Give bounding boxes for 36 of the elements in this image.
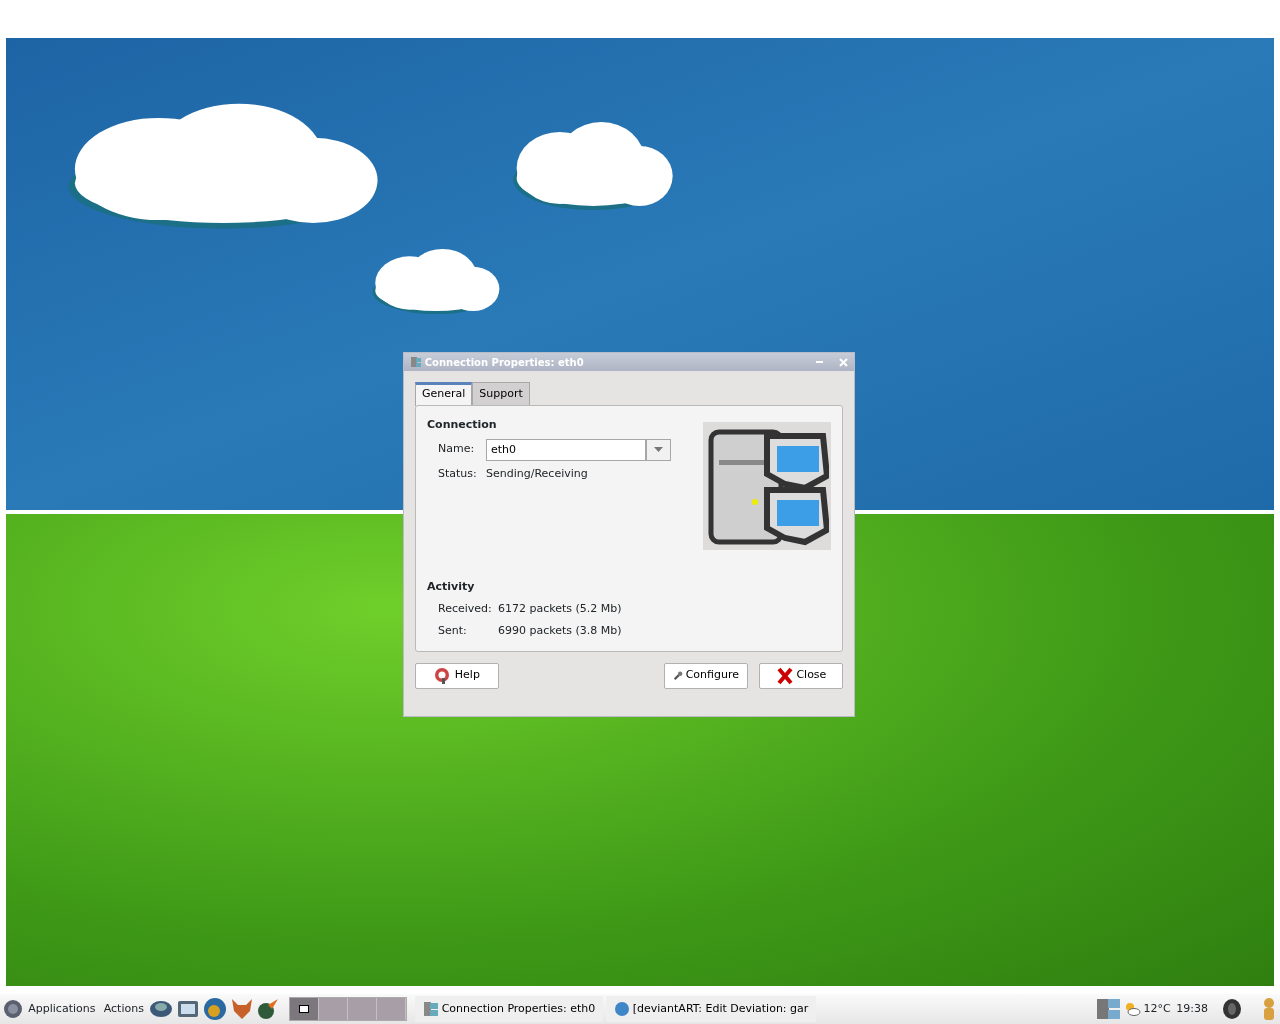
caret-icon — [654, 447, 663, 452]
status-value: Sending/Receiving — [486, 466, 588, 482]
dialog-button[interactable]: Help — [415, 662, 499, 689]
workspace-switcher[interactable] — [288, 997, 407, 1021]
dialog-button[interactable]: Close — [759, 662, 843, 689]
cloud-sun-icon — [1124, 1002, 1141, 1016]
network-icon — [410, 356, 422, 368]
network-icon — [422, 1001, 439, 1017]
close-icon — [775, 666, 794, 685]
field-label: Received: — [438, 601, 493, 617]
section-heading: Connection — [427, 416, 498, 433]
field-label: Name: — [438, 441, 476, 458]
window-title: Connection Properties: eth0 — [424, 355, 585, 370]
field-label: Status: — [438, 466, 478, 482]
dialog-button[interactable]: Configure — [664, 662, 748, 689]
task-button[interactable]: [deviantART: Edit Deviation: gar — [606, 996, 817, 1022]
workspace-cell[interactable] — [289, 998, 319, 1020]
section-heading: Activity — [427, 579, 476, 595]
field-value: 6990 packets (3.8 Mb) — [498, 623, 622, 639]
dropdown-button[interactable] — [646, 438, 671, 461]
field-value: 6172 packets (5.2 Mb) — [498, 601, 622, 617]
name-field[interactable]: eth0 — [486, 438, 646, 461]
tab[interactable]: Support — [472, 382, 530, 406]
globe-icon[interactable] — [202, 997, 227, 1021]
window-thumbnail-icon — [298, 1005, 309, 1013]
fox-globe-icon[interactable] — [256, 997, 281, 1021]
clock: 19:38 — [1176, 1000, 1208, 1017]
tab[interactable]: General — [415, 382, 473, 406]
network-monitor-icon[interactable] — [1096, 997, 1123, 1021]
globe-icon — [614, 1001, 630, 1017]
task-button[interactable]: Connection Properties: eth0 — [414, 996, 604, 1022]
field-label: Sent: — [438, 623, 468, 639]
weather-temperature: 12°C — [1143, 1000, 1171, 1017]
menu-item[interactable]: Actions — [100, 1000, 147, 1018]
menu-item[interactable]: Applications — [25, 1000, 99, 1018]
fox-head-icon[interactable] — [229, 997, 254, 1021]
